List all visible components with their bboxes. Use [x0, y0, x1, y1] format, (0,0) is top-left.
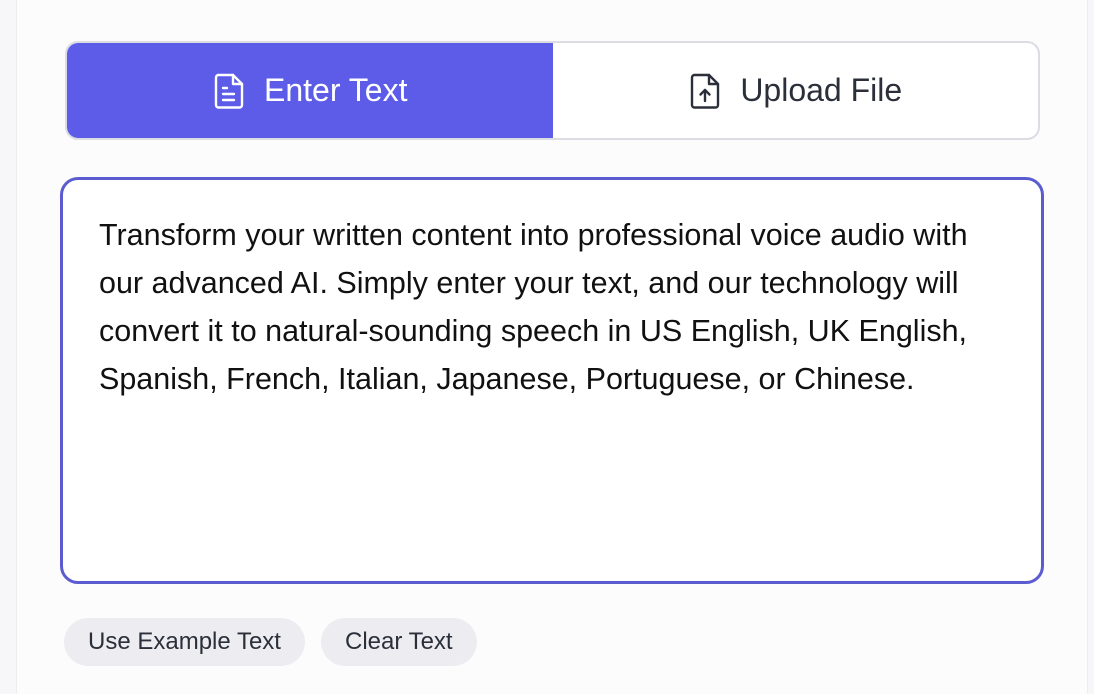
tab-label: Upload File: [740, 72, 903, 108]
tab-label: Enter Text: [264, 72, 408, 108]
clear-text-button[interactable]: Clear Text: [320, 618, 477, 666]
text-input-area[interactable]: Transform your written content into prof…: [60, 177, 1044, 584]
file-upload-icon: [688, 72, 722, 110]
file-text-icon: [212, 72, 246, 110]
tab-upload-file[interactable]: Upload File: [553, 43, 1039, 138]
input-mode-tabs: Enter Text Upload File: [65, 41, 1040, 140]
text-input-content[interactable]: Transform your written content into prof…: [99, 211, 1005, 403]
tab-enter-text[interactable]: Enter Text: [67, 43, 553, 138]
use-example-text-button[interactable]: Use Example Text: [64, 618, 305, 666]
text-actions: Use Example Text Clear Text: [64, 618, 477, 666]
